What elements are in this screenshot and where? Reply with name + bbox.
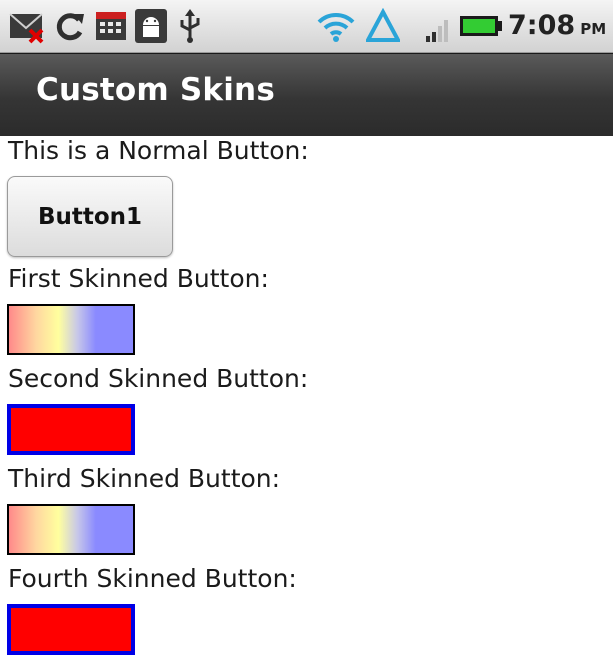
- clock-ampm: PM: [580, 20, 607, 38]
- app-title-bar: Custom Skins: [0, 53, 613, 136]
- first-skinned-button[interactable]: [7, 304, 135, 355]
- email-error-icon: [9, 13, 44, 44]
- clock: 7:08 PM: [508, 10, 606, 41]
- sync-icon: [56, 13, 84, 41]
- clock-time: 7:08: [508, 10, 576, 41]
- wifi-icon: [317, 12, 355, 42]
- fourth-skinned-button[interactable]: [7, 604, 135, 655]
- signal-icon: [426, 20, 448, 42]
- triangle-icon: [366, 8, 400, 42]
- usb-icon: [180, 9, 200, 43]
- app-title: Custom Skins: [36, 72, 275, 108]
- calendar-icon: [96, 12, 126, 40]
- second-skinned-label: Second Skinned Button:: [8, 364, 309, 393]
- battery-icon: [460, 16, 502, 36]
- status-bar: 7:08 PM: [0, 0, 613, 53]
- first-skinned-label: First Skinned Button:: [8, 264, 269, 293]
- second-skinned-button[interactable]: [7, 404, 135, 455]
- fourth-skinned-label: Fourth Skinned Button:: [8, 564, 297, 593]
- android-debug-icon: [135, 9, 167, 43]
- third-skinned-label: Third Skinned Button:: [8, 464, 281, 493]
- third-skinned-button[interactable]: [7, 504, 135, 555]
- normal-button-label: This is a Normal Button:: [8, 136, 309, 165]
- button1[interactable]: Button1: [7, 176, 173, 257]
